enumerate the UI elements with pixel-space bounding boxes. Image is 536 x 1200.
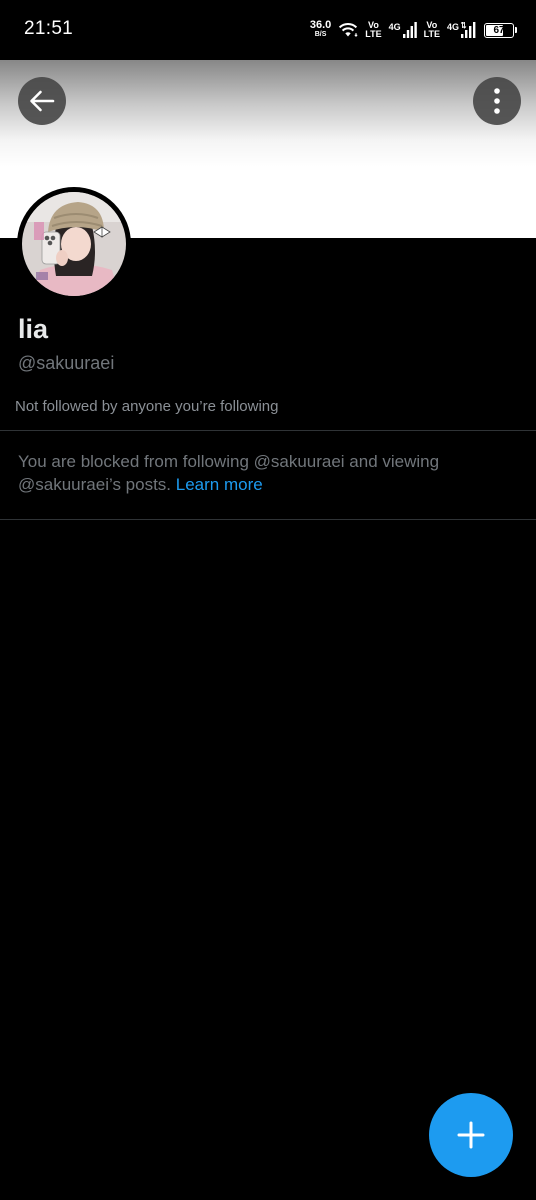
signal-bars-icon — [402, 22, 417, 38]
followed-by-text: Not followed by anyone you’re following — [15, 398, 279, 415]
sim2-volte: Vo LTE — [424, 21, 440, 39]
sim2-volte-bottom: LTE — [423, 29, 440, 39]
display-name: lia — [18, 314, 49, 344]
compose-post-button[interactable] — [429, 1093, 513, 1177]
divider — [0, 430, 536, 431]
blocked-notice: You are blocked from following @sakuurae… — [18, 450, 508, 496]
status-icons: 36.0 B/S Vo LTE 4G Vo LTE 4G 67 — [309, 17, 517, 43]
arrow-left-icon — [30, 90, 55, 112]
battery-icon: 67 — [484, 22, 517, 38]
learn-more-link[interactable]: Learn more — [176, 475, 263, 494]
back-button[interactable] — [18, 77, 66, 125]
status-time: 21:51 — [24, 18, 74, 39]
network-speed: 36.0 B/S — [309, 19, 332, 39]
divider — [0, 519, 536, 520]
user-handle: @sakuuraei — [18, 353, 115, 373]
wifi-icon — [339, 23, 358, 37]
avatar[interactable] — [17, 187, 131, 301]
avatar-image — [22, 192, 126, 296]
signal-bars-icon — [461, 22, 476, 38]
sim1-signal: 4G — [389, 22, 417, 38]
sim2-signal: 4G — [447, 22, 477, 38]
sim1-network-type: 4G — [388, 22, 401, 32]
more-vertical-icon — [494, 88, 500, 114]
network-speed-value: 36.0 — [309, 19, 332, 31]
network-speed-unit: B/S — [314, 31, 327, 38]
sim2-network-type: 4G — [446, 22, 459, 32]
battery-level: 67 — [493, 24, 505, 36]
plus-icon — [457, 1121, 485, 1149]
sim1-volte: Vo LTE — [365, 21, 381, 39]
sim1-volte-bottom: LTE — [365, 29, 382, 39]
status-bar: 21:51 36.0 B/S Vo LTE 4G Vo LTE 4G 67 — [0, 0, 536, 60]
more-options-button[interactable] — [473, 77, 521, 125]
